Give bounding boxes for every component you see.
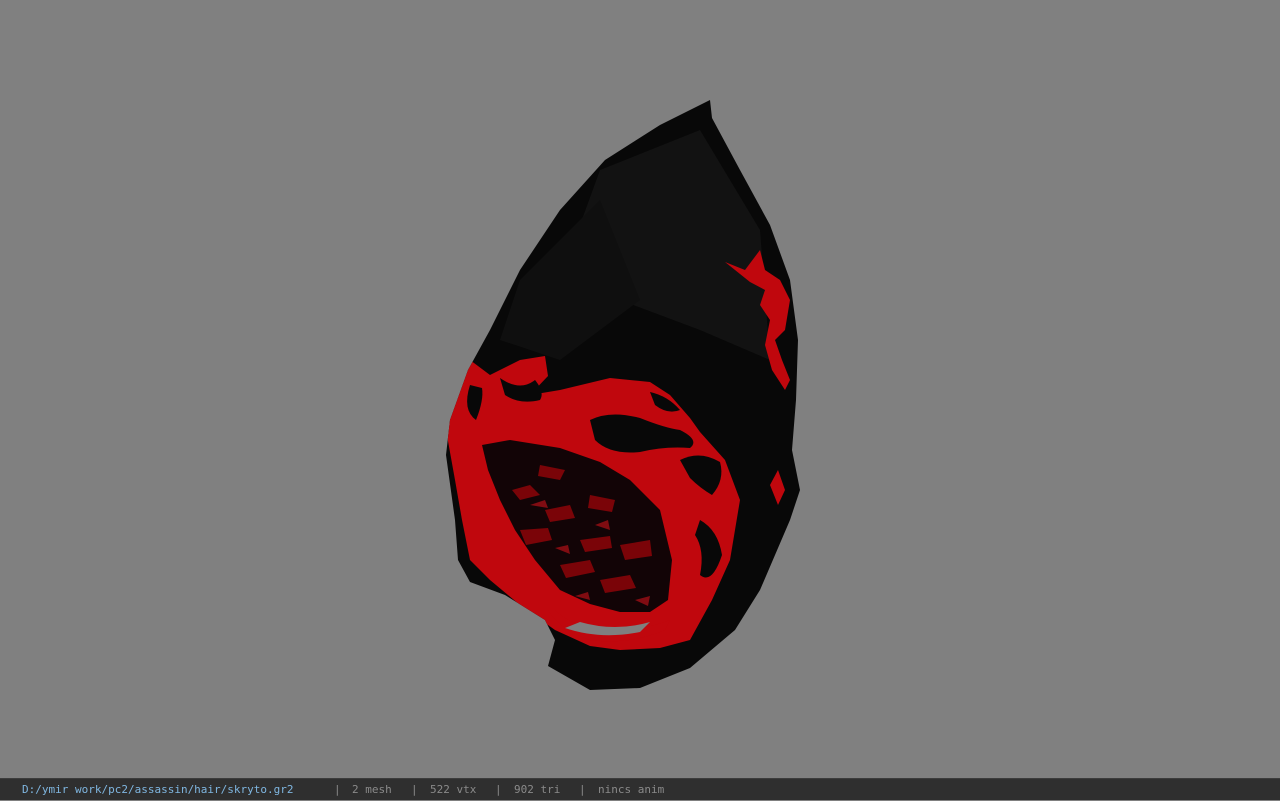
file-path: D:/ymir work/pc2/assassin/hair/skryto.gr… xyxy=(22,783,294,796)
status-bar: D:/ymir work/pc2/assassin/hair/skryto.gr… xyxy=(0,778,1280,800)
status-separator: | xyxy=(495,783,502,796)
vertex-count: 522 vtx xyxy=(430,783,477,796)
hood-model xyxy=(446,100,800,690)
mesh-count: 2 mesh xyxy=(352,783,392,796)
status-separator: | xyxy=(411,783,418,796)
triangle-count: 902 tri xyxy=(514,783,561,796)
status-separator: | xyxy=(334,783,341,796)
3d-viewport[interactable] xyxy=(0,0,1280,778)
anim-status: nincs anim xyxy=(598,783,665,796)
status-separator: | xyxy=(579,783,586,796)
